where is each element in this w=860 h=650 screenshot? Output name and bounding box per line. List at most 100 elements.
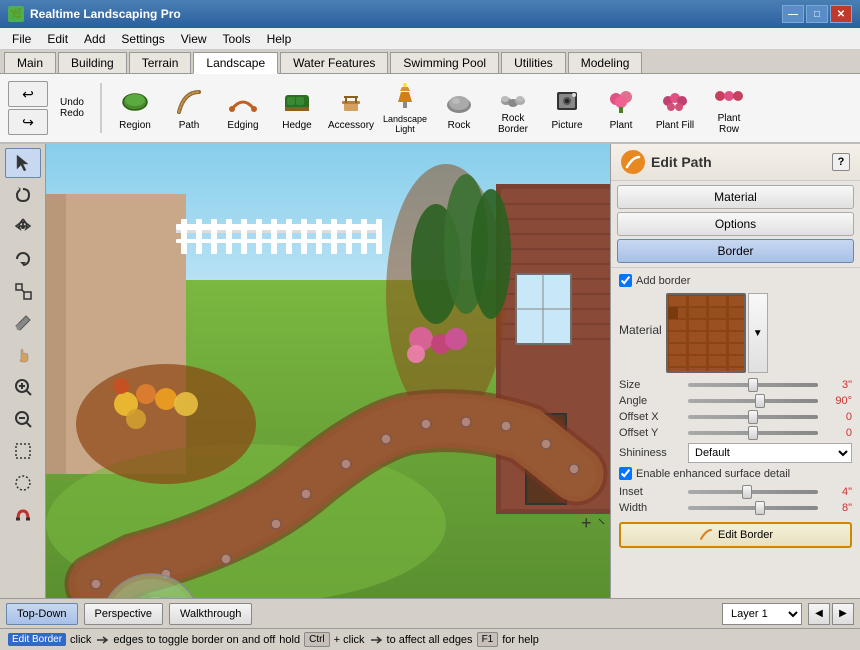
tab-main[interactable]: Main bbox=[4, 52, 56, 73]
enhanced-surface-checkbox[interactable] bbox=[619, 467, 632, 480]
offset-x-label: Offset X bbox=[619, 411, 684, 423]
size-thumb[interactable] bbox=[748, 378, 758, 392]
tool-plant[interactable]: Plant bbox=[596, 79, 646, 137]
angle-slider[interactable] bbox=[688, 399, 818, 403]
menu-add[interactable]: Add bbox=[76, 30, 113, 48]
tool-landscape-light[interactable]: Landscape Light bbox=[380, 79, 430, 137]
panel-btn-group: Material Options Border bbox=[611, 181, 860, 267]
edit-border-container: Edit Border bbox=[619, 522, 852, 548]
add-border-checkbox[interactable] bbox=[619, 274, 632, 287]
tab-utilities[interactable]: Utilities bbox=[501, 52, 566, 73]
width-label: Width bbox=[619, 502, 684, 514]
plant-fill-icon bbox=[659, 86, 691, 118]
rock-border-icon bbox=[497, 81, 529, 111]
menu-file[interactable]: File bbox=[4, 30, 39, 48]
tool-move[interactable] bbox=[5, 212, 41, 242]
material-swatch[interactable] bbox=[666, 293, 746, 373]
offset-x-slider[interactable] bbox=[688, 415, 818, 419]
accessory-icon bbox=[335, 86, 367, 118]
menu-settings[interactable]: Settings bbox=[113, 30, 172, 48]
offset-y-thumb[interactable] bbox=[748, 426, 758, 440]
tab-landscape[interactable]: Landscape bbox=[193, 52, 278, 74]
menu-edit[interactable]: Edit bbox=[39, 30, 76, 48]
edging-label: Edging bbox=[227, 120, 258, 131]
edit-border-btn[interactable]: Edit Border bbox=[619, 522, 852, 548]
redo-btn[interactable]: ↪ bbox=[8, 109, 48, 135]
inset-slider[interactable] bbox=[688, 490, 818, 494]
plant-row-label: Plant Row bbox=[707, 113, 751, 135]
shininess-row: Shininess Default Low Medium High bbox=[619, 443, 852, 463]
tool-select[interactable] bbox=[5, 148, 41, 178]
tool-plant-fill[interactable]: Plant Fill bbox=[650, 79, 700, 137]
menu-help[interactable]: Help bbox=[259, 30, 300, 48]
view-walkthrough-btn[interactable]: Walkthrough bbox=[169, 603, 252, 625]
tab-modeling[interactable]: Modeling bbox=[568, 52, 643, 73]
undo-label: Undo bbox=[52, 97, 92, 108]
view-perspective-btn[interactable]: Perspective bbox=[84, 603, 163, 625]
offset-x-thumb[interactable] bbox=[748, 410, 758, 424]
tool-magnet[interactable] bbox=[5, 500, 41, 530]
tab-water-features[interactable]: Water Features bbox=[280, 52, 388, 73]
tab-swimming-pool[interactable]: Swimming Pool bbox=[390, 52, 499, 73]
inset-thumb[interactable] bbox=[742, 485, 752, 499]
tool-hand[interactable] bbox=[5, 340, 41, 370]
panel-options-btn[interactable]: Options bbox=[617, 212, 854, 236]
hedge-icon bbox=[281, 86, 313, 118]
left-toolbar bbox=[0, 144, 46, 598]
close-btn[interactable]: ✕ bbox=[830, 5, 852, 23]
viewport[interactable]: + bbox=[46, 144, 610, 598]
tool-lasso[interactable] bbox=[5, 180, 41, 210]
svg-text:+: + bbox=[581, 513, 592, 533]
menu-view[interactable]: View bbox=[173, 30, 215, 48]
tool-rotate[interactable] bbox=[5, 244, 41, 274]
size-row: Size 3" bbox=[619, 379, 852, 391]
redo-label: Redo bbox=[52, 108, 92, 119]
tool-edging[interactable]: Edging bbox=[218, 79, 268, 137]
undo-btn[interactable]: ↩ bbox=[8, 81, 48, 107]
panel-material-btn[interactable]: Material bbox=[617, 185, 854, 209]
app-title: Realtime Landscaping Pro bbox=[30, 7, 782, 21]
panel-border-btn[interactable]: Border bbox=[617, 239, 854, 263]
tool-path[interactable]: Path bbox=[164, 79, 214, 137]
minimize-btn[interactable]: — bbox=[782, 5, 804, 23]
width-thumb[interactable] bbox=[755, 501, 765, 515]
tool-region[interactable]: Region bbox=[110, 79, 160, 137]
nav-prev-btn[interactable]: ◀ bbox=[808, 603, 830, 625]
tool-picture[interactable]: Picture bbox=[542, 79, 592, 137]
tab-building[interactable]: Building bbox=[58, 52, 127, 73]
tool-rock-border[interactable]: Rock Border bbox=[488, 79, 538, 137]
angle-thumb[interactable] bbox=[755, 394, 765, 408]
nav-next-btn[interactable]: ▶ bbox=[832, 603, 854, 625]
tool-circle-select[interactable] bbox=[5, 468, 41, 498]
tool-zoom-in[interactable] bbox=[5, 372, 41, 402]
plant-fill-label: Plant Fill bbox=[656, 120, 694, 131]
inset-row: Inset 4" bbox=[619, 486, 852, 498]
help-btn[interactable]: ? bbox=[832, 153, 850, 171]
size-slider[interactable] bbox=[688, 383, 818, 387]
menu-tools[interactable]: Tools bbox=[215, 30, 259, 48]
tool-accessory[interactable]: Accessory bbox=[326, 79, 376, 137]
menu-bar: File Edit Add Settings View Tools Help bbox=[0, 28, 860, 50]
layer-select[interactable]: Layer 1 Layer 2 bbox=[722, 603, 802, 625]
offset-y-slider[interactable] bbox=[688, 431, 818, 435]
angle-row: Angle 90° bbox=[619, 395, 852, 407]
view-top-down-btn[interactable]: Top-Down bbox=[6, 603, 78, 625]
tool-rect-select[interactable] bbox=[5, 436, 41, 466]
status-text-4: hold bbox=[279, 634, 300, 646]
tool-rock[interactable]: Rock bbox=[434, 79, 484, 137]
tab-terrain[interactable]: Terrain bbox=[129, 52, 192, 73]
width-slider[interactable] bbox=[688, 506, 818, 510]
tool-plant-row[interactable]: Plant Row bbox=[704, 79, 754, 137]
tab-bar: Main Building Terrain Landscape Water Fe… bbox=[0, 50, 860, 74]
tool-zoom-out[interactable] bbox=[5, 404, 41, 434]
scene-svg: + bbox=[46, 144, 610, 598]
undo-redo-labels: Undo Redo bbox=[52, 97, 92, 119]
tool-eyedropper[interactable] bbox=[5, 308, 41, 338]
add-border-label: Add border bbox=[636, 275, 690, 287]
material-dropdown-btn[interactable]: ▼ bbox=[748, 293, 768, 373]
tool-scale[interactable] bbox=[5, 276, 41, 306]
shininess-select[interactable]: Default Low Medium High bbox=[688, 443, 852, 463]
tool-hedge[interactable]: Hedge bbox=[272, 79, 322, 137]
maximize-btn[interactable]: □ bbox=[806, 5, 828, 23]
hedge-label: Hedge bbox=[282, 120, 311, 131]
